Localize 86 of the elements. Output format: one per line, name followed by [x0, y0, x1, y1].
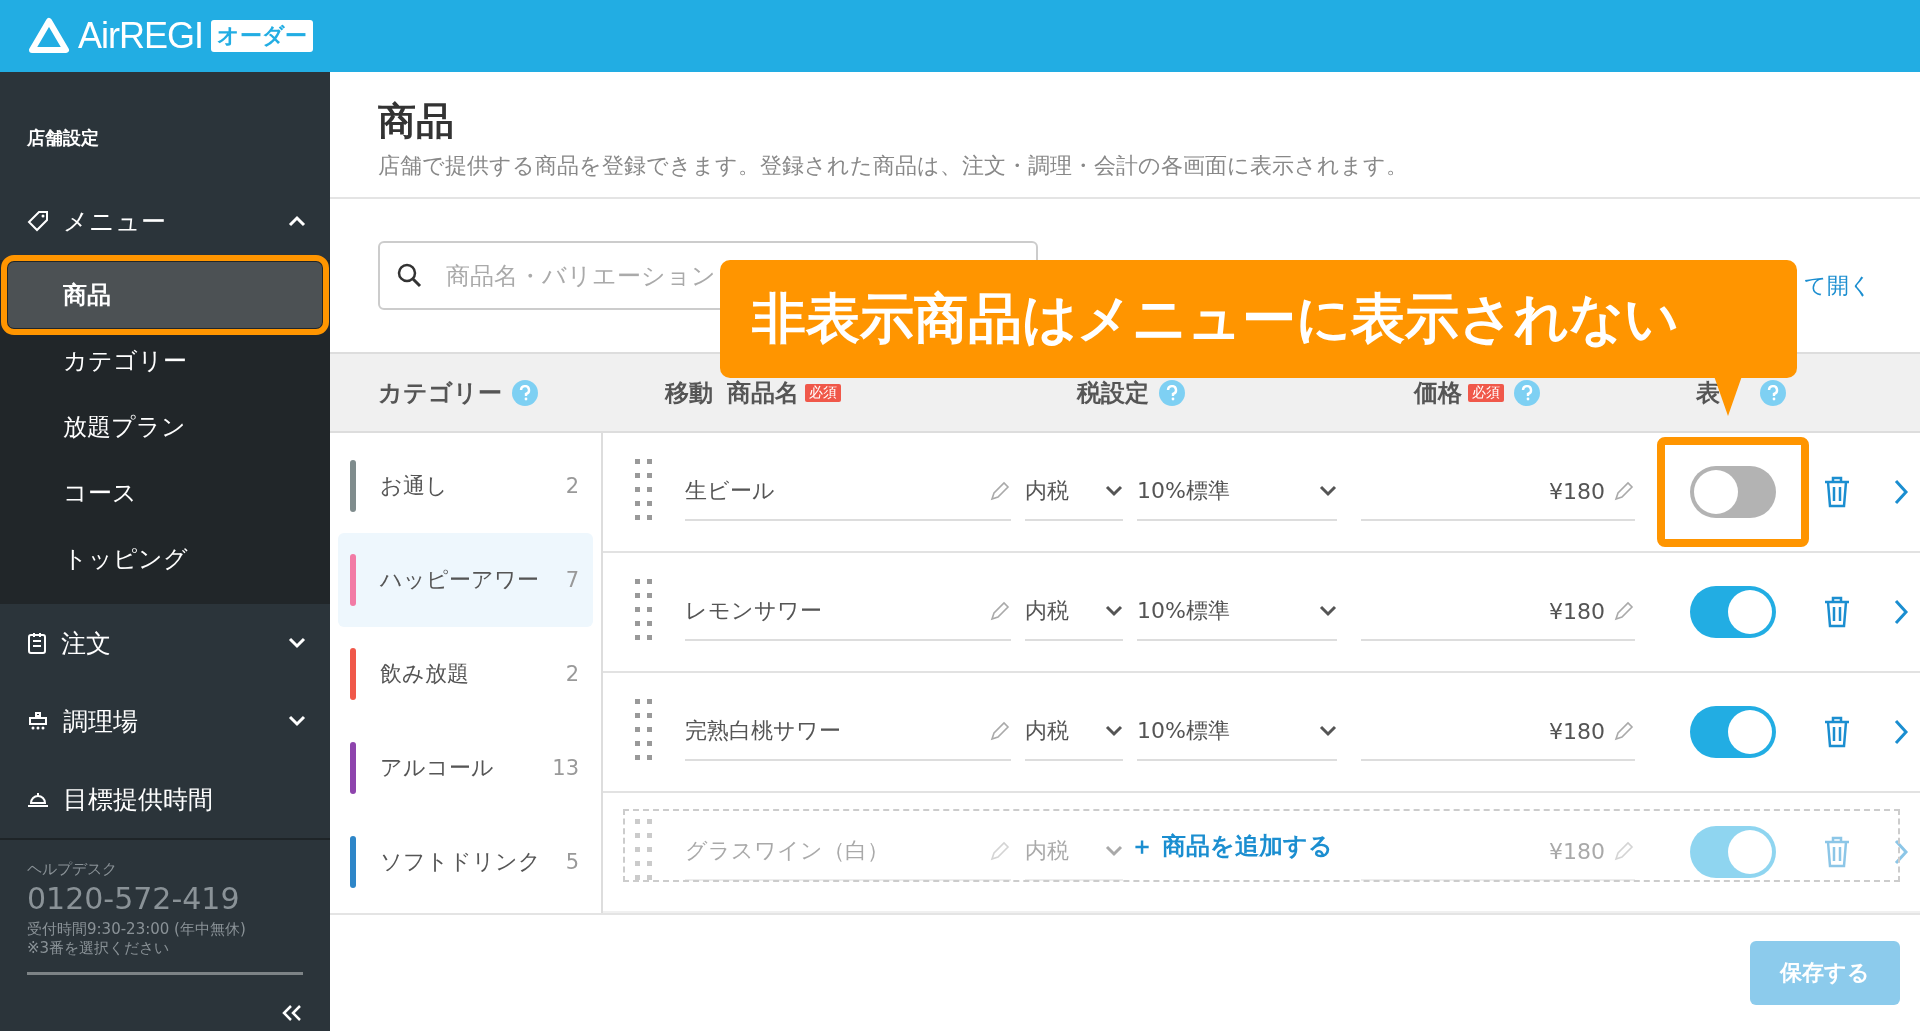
chevron-up-icon[interactable]	[288, 215, 306, 227]
tax-select[interactable]: 内税	[1025, 583, 1123, 641]
trash-icon[interactable]	[1823, 476, 1851, 508]
category-name: アルコール	[380, 753, 495, 782]
category-item[interactable]: 飲み放題 2	[338, 627, 593, 721]
category-count: 7	[565, 568, 579, 592]
section-title: 店舗設定	[26, 126, 100, 150]
chevron-down-icon[interactable]	[1105, 485, 1123, 497]
chevron-down-icon[interactable]	[1319, 485, 1337, 497]
pencil-icon	[989, 600, 1011, 622]
column-header: カテゴリー	[378, 377, 502, 409]
column-header: 商品名	[727, 377, 799, 409]
pencil-icon	[1613, 600, 1635, 622]
bell-icon	[27, 790, 49, 808]
chevron-down-icon[interactable]	[1319, 605, 1337, 617]
app-badge: オーダー	[211, 20, 313, 52]
app-logo: AirREGI	[78, 15, 203, 57]
name-field[interactable]: 完熟白桃サワー	[685, 703, 1011, 761]
category-count: 5	[565, 850, 579, 874]
pencil-icon	[1613, 840, 1635, 862]
nav-item[interactable]: 注文	[0, 604, 330, 682]
tag-icon	[27, 210, 49, 232]
nav-subitem[interactable]: トッピング	[8, 526, 322, 592]
category-count: 2	[565, 662, 579, 686]
pencil-icon	[989, 840, 1011, 862]
visibility-toggle[interactable]	[1690, 466, 1776, 518]
required-badge: 必須	[1468, 383, 1504, 402]
nav-subitem[interactable]: 放題プラン	[8, 394, 322, 460]
triangle-logo-icon	[28, 17, 70, 55]
category-count: 2	[565, 474, 579, 498]
trash-icon[interactable]	[1823, 596, 1851, 628]
rate-select[interactable]: 10%標準	[1137, 583, 1337, 641]
trash-icon[interactable]	[1823, 836, 1851, 868]
rate-select[interactable]: 10%標準	[1137, 703, 1337, 761]
pot-icon	[27, 710, 49, 732]
price-field[interactable]: ¥180	[1361, 703, 1635, 761]
nav-item[interactable]: 調理場	[0, 682, 330, 760]
search-icon	[396, 262, 422, 288]
nav-item[interactable]: 目標提供時間	[0, 760, 330, 838]
visibility-toggle[interactable]	[1690, 706, 1776, 758]
rate-select[interactable]: 10%標準	[1137, 463, 1337, 521]
pencil-icon	[1613, 480, 1635, 502]
column-header: 移動	[665, 377, 713, 409]
name-field[interactable]: レモンサワー	[685, 583, 1011, 641]
category-item[interactable]: ハッピーアワー 7	[338, 533, 593, 627]
help-note: ※3番を選択ください	[27, 939, 171, 958]
expand-all-link[interactable]: て開く	[1804, 270, 1872, 301]
chevron-down-icon[interactable]	[1319, 725, 1337, 737]
required-badge: 必須	[805, 383, 841, 402]
pencil-icon	[1613, 720, 1635, 742]
clipboard-icon	[27, 632, 47, 654]
chevron-down-icon[interactable]	[1105, 725, 1123, 737]
page-description: 店舗で提供する商品を登録できます。登録された商品は、注文・調理・会計の各画面に表示されます。	[378, 152, 1409, 180]
column-header: 税設定	[1077, 377, 1149, 409]
category-item[interactable]: ソフトドリンク 5	[338, 815, 593, 909]
category-name: ソフトドリンク	[380, 847, 542, 876]
tax-select[interactable]: 内税	[1025, 463, 1123, 521]
chevron-right-icon[interactable]	[1893, 838, 1909, 866]
help-hours: 受付時間9:30-23:00 (年中無休)	[27, 920, 247, 939]
chevron-right-icon[interactable]	[1893, 718, 1909, 746]
nav-item[interactable]: メニュー	[0, 182, 330, 260]
chevron-down-icon[interactable]	[1105, 605, 1123, 617]
tax-select[interactable]: 内税	[1025, 703, 1123, 761]
page-title: 商品	[378, 98, 455, 145]
category-name: お通し	[380, 471, 449, 500]
price-field[interactable]: ¥180	[1361, 463, 1635, 521]
trash-icon[interactable]	[1823, 716, 1851, 748]
visibility-toggle[interactable]	[1690, 826, 1776, 878]
category-item[interactable]: アルコール 13	[338, 721, 593, 815]
visibility-toggle[interactable]	[1690, 586, 1776, 638]
column-header: 表	[1696, 377, 1720, 409]
nav-subitem[interactable]: コース	[8, 460, 322, 526]
pencil-icon	[989, 720, 1011, 742]
price-field[interactable]: ¥180	[1361, 583, 1635, 641]
help-title: ヘルプデスク	[27, 860, 118, 879]
chevron-right-icon[interactable]	[1893, 598, 1909, 626]
help-phone: 0120-572-419	[27, 881, 241, 916]
chevron-right-icon[interactable]	[1893, 478, 1909, 506]
name-field[interactable]: 生ビール	[685, 463, 1011, 521]
column-header: 価格	[1414, 377, 1462, 409]
category-item[interactable]: お通し 2	[338, 439, 593, 533]
category-name: ハッピーアワー	[380, 565, 540, 594]
category-name: 飲み放題	[380, 659, 470, 688]
nav-subitem[interactable]: カテゴリー	[8, 328, 322, 394]
pencil-icon	[989, 480, 1011, 502]
category-count: 13	[552, 756, 579, 780]
